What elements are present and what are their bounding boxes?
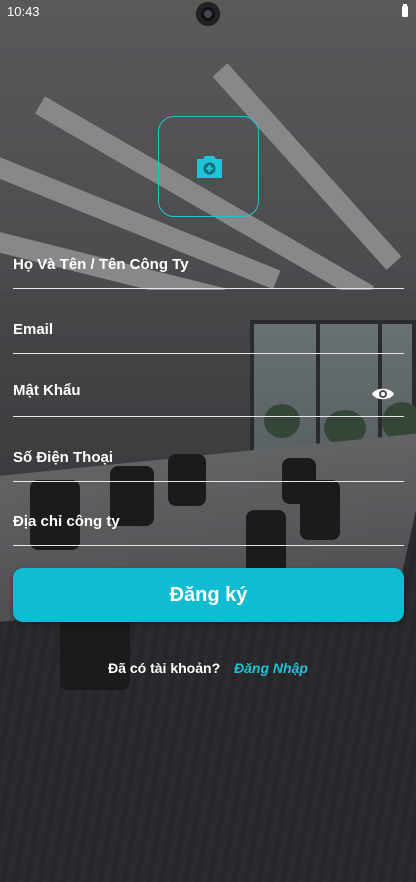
- battery-icon: [402, 4, 408, 17]
- status-time: 10:43: [7, 4, 40, 19]
- add-photo-camera-icon: [197, 156, 222, 178]
- password-field[interactable]: Mật Khẩu: [13, 376, 404, 417]
- password-label: Mật Khẩu: [13, 382, 81, 399]
- signup-button[interactable]: Đăng ký: [13, 568, 404, 622]
- login-link[interactable]: Đăng Nhập: [234, 660, 308, 676]
- front-camera: [196, 2, 220, 26]
- phone-field[interactable]: Số Điện Thoại: [13, 441, 404, 482]
- email-field[interactable]: Email: [13, 313, 404, 354]
- full-name-label: Họ Và Tên / Tên Công Ty: [13, 256, 189, 273]
- login-prompt: Đã có tài khoản? Đăng Nhập: [0, 660, 416, 676]
- phone-label: Số Điện Thoại: [13, 449, 114, 466]
- company-address-label: Địa chỉ công ty: [13, 513, 120, 530]
- eye-icon[interactable]: [372, 387, 394, 401]
- login-prompt-question: Đã có tài khoản?: [108, 660, 221, 676]
- signup-button-label: Đăng ký: [169, 583, 248, 606]
- full-name-field[interactable]: Họ Và Tên / Tên Công Ty: [13, 248, 404, 289]
- company-address-field[interactable]: Địa chỉ công ty: [13, 505, 404, 546]
- email-label: Email: [13, 321, 54, 338]
- avatar-upload-button[interactable]: [158, 116, 259, 217]
- status-bar: 10:43: [0, 0, 416, 26]
